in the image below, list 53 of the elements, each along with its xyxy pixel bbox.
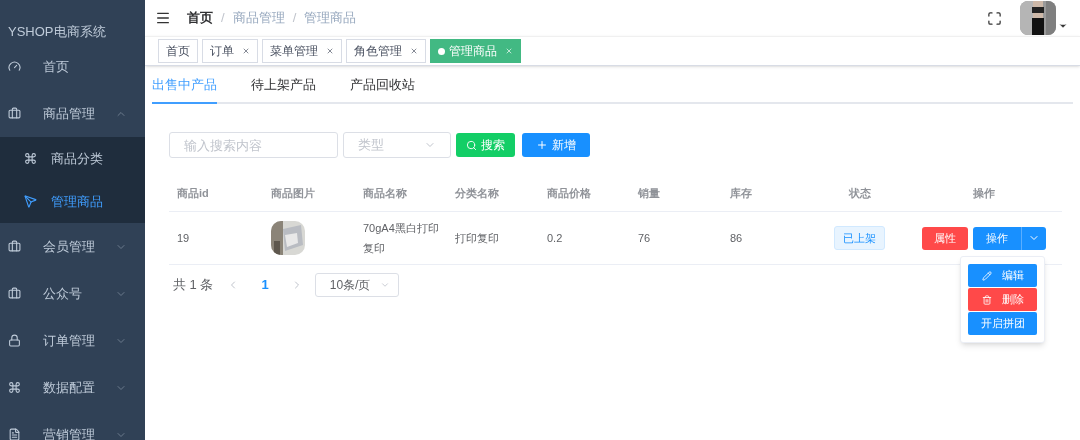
- sidebar-item[interactable]: 会员管理: [0, 223, 145, 270]
- fullscreen-icon[interactable]: [987, 10, 1002, 26]
- table-cell-text: 70gA4黑白打印复印: [363, 221, 440, 256]
- column-header: 分类名称: [454, 186, 500, 202]
- close-icon[interactable]: [410, 47, 418, 55]
- submenu-item[interactable]: 管理商品: [0, 180, 145, 223]
- table-cell-text: 19: [176, 230, 191, 246]
- total-count: 共 1 条: [173, 276, 214, 295]
- column-header: 状态: [847, 186, 872, 202]
- dropdown-toggle[interactable]: [1021, 226, 1046, 250]
- breadcrumb-item[interactable]: 首页: [187, 8, 213, 28]
- status-tag: 已上架: [834, 226, 885, 250]
- breadcrumb-separator: /: [221, 9, 225, 28]
- column-header: 商品价格: [546, 186, 592, 202]
- submenu-item[interactable]: 商品分类: [0, 137, 145, 180]
- chevron-down-icon: [379, 280, 390, 290]
- caret-icon[interactable]: [1058, 21, 1068, 31]
- column-header: 库存: [729, 186, 753, 202]
- send-icon: [24, 195, 37, 208]
- tag[interactable]: 菜单管理: [262, 39, 342, 63]
- plus-icon: [536, 139, 548, 151]
- column-header: 操作: [971, 186, 996, 202]
- command-icon: [24, 152, 37, 165]
- breadcrumb-item: 商品管理: [232, 9, 285, 28]
- tag[interactable]: 角色管理: [346, 39, 426, 63]
- close-icon[interactable]: [242, 47, 250, 55]
- table-cell-text: 86: [729, 230, 744, 246]
- trash-icon: [981, 294, 992, 305]
- sidebar-item[interactable]: 公众号: [0, 270, 145, 317]
- tab[interactable]: 待上架产品: [251, 68, 316, 104]
- page-size-select[interactable]: 10条/页: [314, 273, 399, 297]
- sidebar-item[interactable]: 数据配置: [0, 364, 145, 411]
- column-header: 销量: [636, 186, 661, 202]
- table-cell-text: 打印复印: [454, 230, 500, 246]
- tab[interactable]: 产品回收站: [350, 68, 415, 104]
- tag[interactable]: 首页: [158, 39, 198, 63]
- breadcrumb-item: 管理商品: [304, 9, 357, 28]
- tag[interactable]: 订单: [202, 39, 258, 63]
- close-icon[interactable]: [326, 47, 334, 55]
- sidebar-item[interactable]: 订单管理: [0, 317, 145, 364]
- sidebar-item[interactable]: 首页: [0, 43, 145, 90]
- app-title: YSHOP电商系统: [7, 23, 107, 41]
- column-header: 商品图片: [270, 186, 316, 202]
- column-header: 商品名称: [362, 186, 408, 202]
- breadcrumb-separator: /: [292, 9, 297, 28]
- sidebar-item[interactable]: 营销管理: [0, 411, 145, 440]
- sidebar-item[interactable]: 商品管理: [0, 90, 145, 137]
- search-field[interactable]: 输入搜索内容: [169, 132, 338, 158]
- search-icon: [466, 139, 477, 151]
- pencil-icon: [981, 270, 992, 281]
- column-header: 商品id: [176, 186, 210, 202]
- table-cell-text: 76: [637, 230, 652, 246]
- table-cell-text: 0.2: [546, 230, 564, 246]
